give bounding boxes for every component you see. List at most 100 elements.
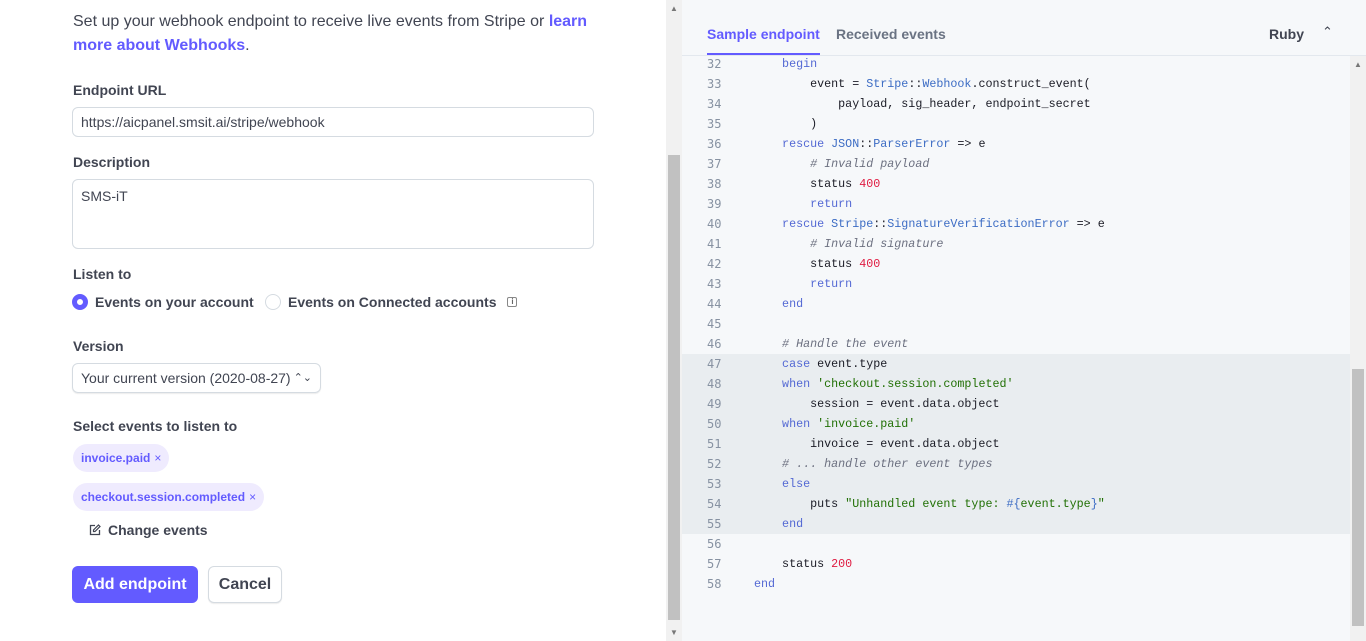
tab-sample-endpoint[interactable]: Sample endpoint [707, 26, 820, 55]
version-select[interactable]: Your current version (2020-08-27) ⌃⌄ [72, 363, 321, 393]
code-token: # Invalid payload [754, 157, 930, 171]
code-token: event = [754, 77, 867, 91]
code-token: end [754, 517, 804, 531]
code-token: :: [859, 137, 874, 151]
code-line: 40 rescue Stripe::SignatureVerificationE… [682, 214, 1350, 234]
code-token: return [754, 197, 853, 211]
scroll-up-icon[interactable]: ▲ [670, 4, 678, 13]
code-token: JSON [831, 137, 860, 151]
endpoint-form: Set up your webhook endpoint to receive … [0, 0, 666, 641]
line-number: 45 [707, 317, 722, 331]
radio-label: Events on Connected accounts [288, 294, 497, 310]
add-endpoint-button[interactable]: Add endpoint [72, 566, 198, 603]
version-label: Version [73, 338, 124, 354]
chevron-up-down-icon[interactable]: ⌃ [1322, 24, 1333, 40]
code-line: 37 # Invalid payload [682, 154, 1350, 174]
tab-received-events[interactable]: Received events [836, 26, 946, 53]
code-token: when [754, 377, 818, 391]
language-select[interactable]: Ruby [1269, 26, 1304, 42]
line-number: 58 [707, 577, 722, 591]
code-text: when 'invoice.paid' [754, 414, 915, 434]
code-line: 43 return [682, 274, 1350, 294]
code-line: 36 rescue JSON::ParserError => e [682, 134, 1350, 154]
intro-copy: Set up your webhook endpoint to receive … [73, 13, 549, 30]
intro-text: Set up your webhook endpoint to receive … [73, 10, 613, 58]
code-token: else [754, 477, 811, 491]
code-line: 49 session = event.data.object [682, 394, 1350, 414]
line-number: 56 [707, 537, 722, 551]
code-token: .construct_event( [971, 77, 1091, 91]
code-token: # Handle the event [754, 337, 909, 351]
code-text: invoice = event.data.object [754, 434, 999, 454]
code-text: status 400 [754, 254, 880, 274]
radio-events-on-account[interactable]: Events on your account [72, 294, 254, 310]
info-icon[interactable]: i [507, 297, 518, 307]
code-line: 56 [682, 534, 1350, 554]
code-line: 32 begin [682, 54, 1350, 74]
code-token: # ... handle other event types [754, 457, 993, 471]
scroll-down-icon[interactable]: ▼ [670, 628, 678, 637]
change-events-button[interactable]: Change events [89, 522, 208, 538]
code-line: 52 # ... handle other event types [682, 454, 1350, 474]
code-text: rescue JSON::ParserError => e [754, 134, 985, 154]
line-number: 51 [707, 437, 722, 451]
code-line: 58 end [682, 574, 1350, 594]
scrollbar-thumb[interactable] [668, 155, 680, 620]
cancel-button[interactable]: Cancel [208, 566, 282, 603]
scroll-up-icon[interactable]: ▲ [1354, 60, 1362, 69]
edit-icon [89, 524, 101, 536]
line-number: 40 [707, 217, 722, 231]
change-events-label: Change events [108, 522, 208, 538]
line-number: 54 [707, 497, 722, 511]
code-line: 51 invoice = event.data.object [682, 434, 1350, 454]
line-number: 53 [707, 477, 722, 491]
code-line: 55 end [682, 514, 1350, 534]
code-text: end [754, 514, 803, 534]
code-line: 50 when 'invoice.paid' [682, 414, 1350, 434]
event-chip-label: checkout.session.completed [81, 490, 246, 504]
code-token: :: [908, 77, 923, 91]
code-token: event.type [1020, 497, 1091, 511]
endpoint-url-label: Endpoint URL [73, 82, 167, 98]
endpoint-url-input[interactable]: https://aicpanel.smsit.ai/stripe/webhook [72, 107, 594, 137]
description-textarea[interactable]: SMS-iT [72, 179, 594, 249]
code-line: 44 end [682, 294, 1350, 314]
line-number: 42 [707, 257, 722, 271]
listen-to-label: Listen to [73, 266, 132, 282]
code-text: return [754, 274, 852, 294]
code-token: ParserError [873, 137, 951, 151]
code-token: puts [754, 497, 846, 511]
code-token: # Invalid signature [754, 237, 944, 251]
line-number: 43 [707, 277, 722, 291]
event-chip: invoice.paid × [73, 444, 170, 472]
code-text: # ... handle other event types [754, 454, 992, 474]
code-token: " [1097, 497, 1105, 511]
line-number: 36 [707, 137, 722, 151]
code-line: 47 case event.type [682, 354, 1350, 374]
code-token: session = event.data.object [754, 397, 1000, 411]
code-token: begin [754, 57, 818, 71]
code-text: event = Stripe::Webhook.construct_event( [754, 74, 1091, 94]
code-token: 'checkout.session.completed' [817, 377, 1014, 391]
line-number: 35 [707, 117, 722, 131]
code-line: 57 status 200 [682, 554, 1350, 574]
version-value: Your current version (2020-08-27) [81, 370, 291, 386]
code-text: begin [754, 54, 817, 74]
line-number: 37 [707, 157, 722, 171]
scrollbar-thumb[interactable] [1352, 369, 1364, 626]
code-token: } [1090, 497, 1098, 511]
code-token: Stripe [866, 77, 909, 91]
code-text: case event.type [754, 354, 887, 374]
code-text: when 'checkout.session.completed' [754, 374, 1014, 394]
remove-icon[interactable]: × [249, 490, 256, 504]
code-token: 200 [831, 557, 853, 571]
code-token: return [754, 277, 853, 291]
remove-icon[interactable]: × [154, 451, 161, 465]
code-text: end [754, 574, 775, 594]
line-number: 38 [707, 177, 722, 191]
code-scrollbar[interactable]: ▲ [1350, 56, 1366, 641]
code-token: status [754, 177, 860, 191]
radio-events-on-connected[interactable]: Events on Connected accounts i [265, 294, 518, 310]
code-line: 48 when 'checkout.session.completed' [682, 374, 1350, 394]
page-scrollbar[interactable]: ▲ ▼ [666, 0, 682, 641]
